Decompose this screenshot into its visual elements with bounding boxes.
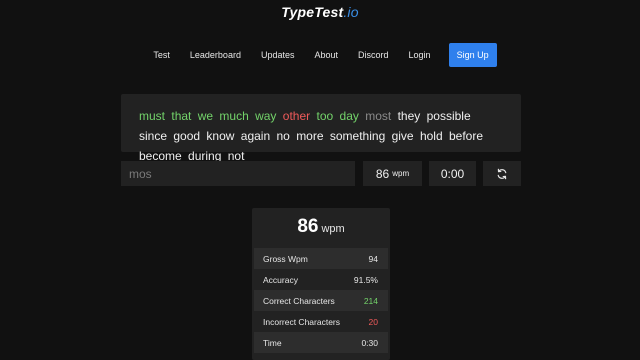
stat-value: 214: [363, 295, 378, 306]
nav-updates[interactable]: Updates: [261, 50, 295, 60]
word-display: must that we much way other too day most…: [121, 94, 521, 163]
word: before: [448, 129, 484, 143]
word: way: [255, 109, 277, 123]
site-logo[interactable]: TypeTest.io: [0, 4, 640, 20]
results-wpm-value: 86: [297, 216, 319, 237]
results-panel: 86 wpm Gross Wpm 94 Accuracy 91.5% Correc…: [252, 208, 390, 360]
word: most: [365, 109, 392, 123]
nav-leaderboard[interactable]: Leaderboard: [190, 50, 241, 60]
stat-label: Time: [263, 337, 282, 348]
typing-input[interactable]: [121, 161, 355, 186]
stat-correct-characters: Correct Characters 214: [254, 290, 388, 311]
word: other: [282, 109, 311, 123]
stat-time: Time 0:30: [254, 332, 388, 353]
word: possible: [426, 109, 471, 123]
word: too: [316, 109, 334, 123]
stat-label: Incorrect Characters: [263, 316, 340, 327]
reset-button[interactable]: [483, 161, 521, 186]
stat-value: 94: [368, 253, 378, 264]
live-wpm-unit: wpm: [392, 169, 410, 178]
word: more: [296, 129, 324, 143]
logo-name: TypeTest: [281, 4, 344, 20]
word: again: [240, 129, 271, 143]
stat-accuracy: Accuracy 91.5%: [254, 269, 388, 290]
logo-tld: .io: [343, 4, 359, 20]
nav-about[interactable]: About: [314, 50, 338, 60]
word: good: [173, 129, 201, 143]
nav-test[interactable]: Test: [153, 50, 170, 60]
word: that: [171, 109, 192, 123]
word: much: [219, 109, 249, 123]
refresh-icon: [497, 168, 507, 179]
word: since: [139, 129, 168, 143]
word: know: [206, 129, 235, 143]
live-wpm: 86 wpm: [363, 161, 422, 186]
nav-login[interactable]: Login: [409, 50, 431, 60]
nav-discord[interactable]: Discord: [358, 50, 389, 60]
stat-label: Correct Characters: [263, 295, 335, 306]
live-wpm-value: 86: [375, 166, 390, 181]
word: must: [139, 109, 166, 123]
stat-incorrect-characters: Incorrect Characters 20: [254, 311, 388, 332]
stat-gross-wpm: Gross Wpm 94: [254, 248, 388, 269]
timer-value: 0:00: [440, 166, 465, 181]
results-wpm-unit: wpm: [321, 223, 345, 235]
typing-controls: 86wpm 0:00: [121, 161, 521, 186]
signup-button[interactable]: Sign Up: [448, 43, 497, 67]
word: no: [276, 129, 290, 143]
word: we: [197, 109, 214, 123]
top-nav: Test Leaderboard Updates About Discord L…: [0, 43, 640, 67]
stat-value: 20: [368, 316, 378, 327]
results-wpm: 86 wpm: [252, 216, 390, 248]
stat-label: Accuracy: [263, 274, 298, 285]
word: give: [391, 129, 414, 143]
timer: 0:00: [429, 161, 476, 186]
word: day: [339, 109, 359, 123]
stat-value: 91.5%: [353, 274, 378, 285]
stat-label: Gross Wpm: [263, 253, 308, 264]
word: hold: [419, 129, 443, 143]
stat-value: 0:30: [361, 337, 378, 348]
word: something: [329, 129, 386, 143]
word: they: [397, 109, 421, 123]
